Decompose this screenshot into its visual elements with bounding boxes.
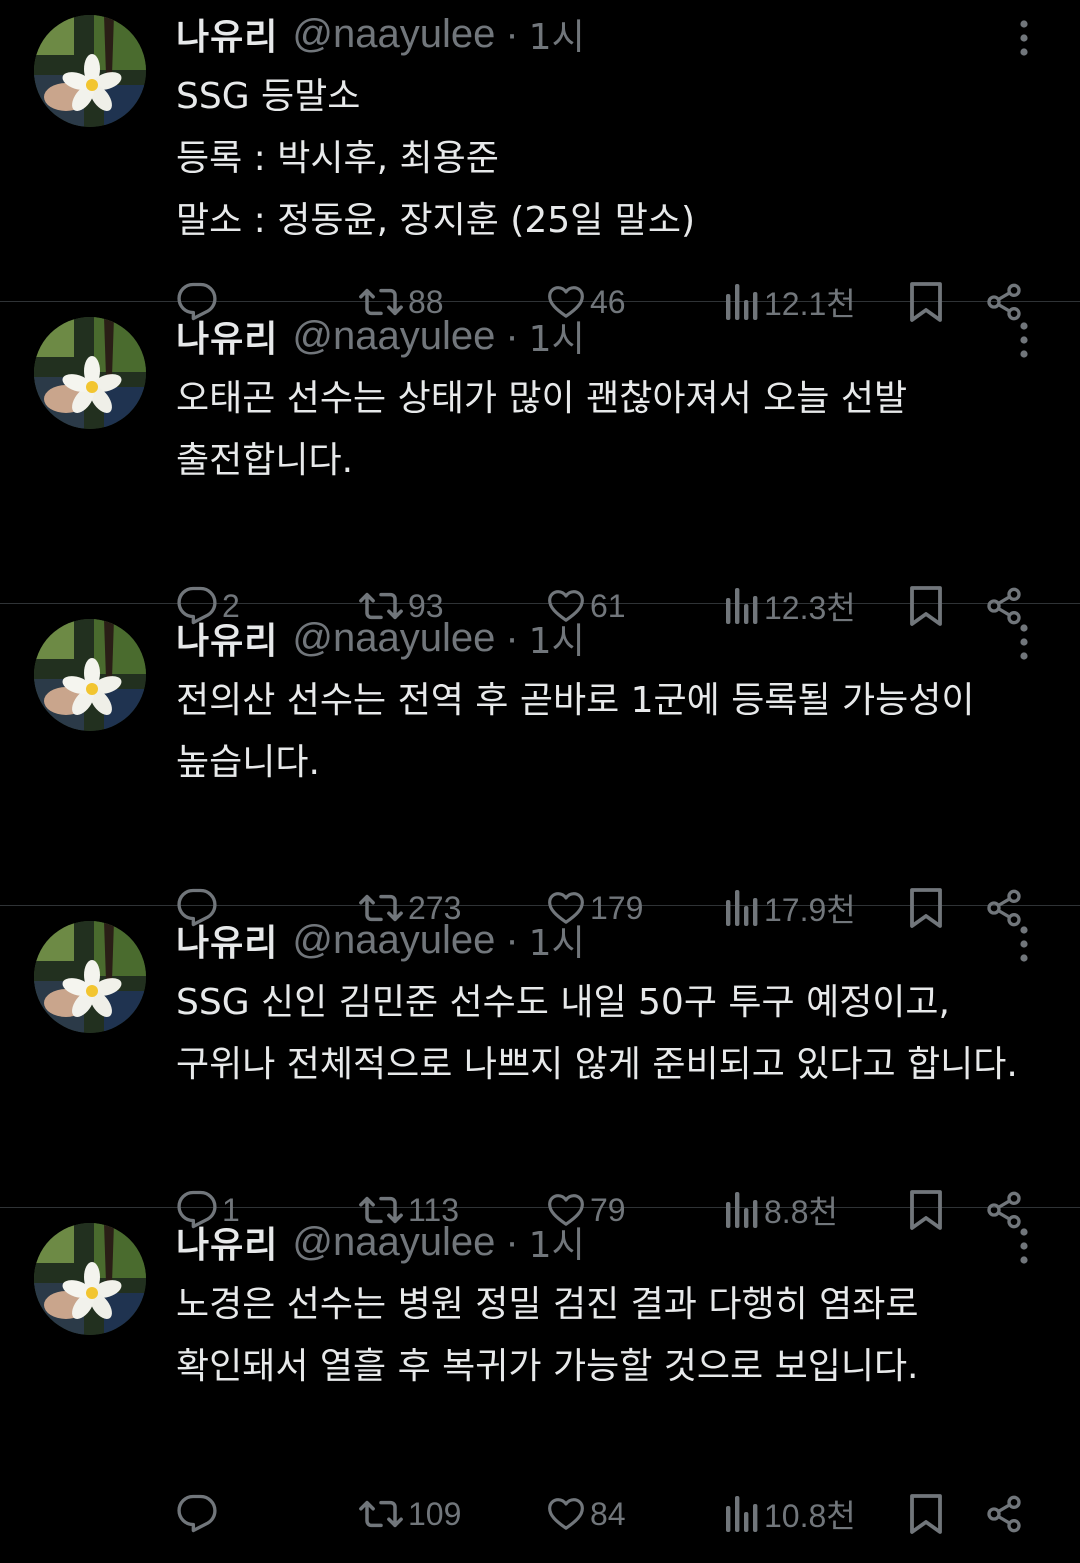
- timestamp[interactable]: 1시: [529, 310, 585, 362]
- tweet[interactable]: 나유리 @naayulee · 1시 전의산 선수는 전역 후 곧바로 1군에 …: [0, 604, 1080, 928]
- timestamp[interactable]: 1시: [529, 8, 585, 60]
- tweet-header: 나유리 @naayulee · 1시: [176, 8, 585, 60]
- separator-dot: ·: [505, 1219, 519, 1264]
- views-count: 10.8천: [764, 1498, 856, 1534]
- avatar[interactable]: [34, 921, 146, 1033]
- avatar[interactable]: [34, 1223, 146, 1335]
- separator-dot: ·: [505, 615, 519, 660]
- more-button[interactable]: [1012, 320, 1036, 360]
- tweet-feed: 나유리 @naayulee · 1시 SSG 등말소등록 : 박시후, 최용준말…: [0, 0, 1080, 1534]
- tweet-text-line: 구위나 전체적으로 나쁘지 않게 준비되고 있다고 합니다.: [176, 1044, 1018, 1085]
- like-icon: [548, 1498, 584, 1530]
- like-button[interactable]: 84: [546, 1484, 626, 1544]
- timestamp[interactable]: 1시: [529, 1216, 585, 1268]
- like-count: 84: [590, 1495, 626, 1532]
- tweet-header: 나유리 @naayulee · 1시: [176, 914, 585, 966]
- tweet-text: 오태곤 선수는 상태가 많이 괜찮아져서 오늘 선발출전합니다.: [176, 368, 1030, 492]
- share-button[interactable]: [984, 1484, 1024, 1544]
- more-button[interactable]: [1012, 924, 1036, 964]
- tweet-text-line: 노경은 선수는 병원 정밀 검진 결과 다행히 염좌로: [176, 1284, 919, 1325]
- views-button[interactable]: 10.8천: [724, 1484, 856, 1544]
- author-name[interactable]: 나유리: [176, 914, 278, 966]
- tweet[interactable]: 나유리 @naayulee · 1시 SSG 등말소등록 : 박시후, 최용준말…: [0, 0, 1080, 322]
- more-vertical-icon: [1020, 322, 1028, 358]
- tweet-text-line: 등록 : 박시후, 최용준: [176, 138, 499, 179]
- tweet-text-line: 확인돼서 열흘 후 복귀가 가능할 것으로 보입니다.: [176, 1346, 919, 1387]
- tweet-header: 나유리 @naayulee · 1시: [176, 310, 585, 362]
- timestamp[interactable]: 1시: [529, 914, 585, 966]
- avatar[interactable]: [34, 15, 146, 127]
- author-name[interactable]: 나유리: [176, 612, 278, 664]
- flower-photo-icon: [34, 619, 146, 731]
- tweet-text: 전의산 선수는 전역 후 곧바로 1군에 등록될 가능성이높습니다.: [176, 670, 1030, 794]
- timestamp[interactable]: 1시: [529, 612, 585, 664]
- reply-icon: [177, 1494, 217, 1533]
- tweet[interactable]: 나유리 @naayulee · 1시 노경은 선수는 병원 정밀 검진 결과 다…: [0, 1208, 1080, 1534]
- flower-photo-icon: [34, 921, 146, 1033]
- tweet-text-line: 오태곤 선수는 상태가 많이 괜찮아져서 오늘 선발: [176, 378, 908, 419]
- tweet[interactable]: 나유리 @naayulee · 1시 오태곤 선수는 상태가 많이 괜찮아져서 …: [0, 302, 1080, 626]
- more-vertical-icon: [1020, 20, 1028, 56]
- retweet-button[interactable]: 109: [358, 1484, 461, 1544]
- tweet-text-line: 말소 : 정동윤, 장지훈 (25일 말소): [176, 200, 696, 241]
- more-button[interactable]: [1012, 622, 1036, 662]
- tweet-text-line: SSG 등말소: [176, 76, 361, 117]
- retweet-count: 109: [408, 1495, 462, 1532]
- tweet-text-line: 전의산 선수는 전역 후 곧바로 1군에 등록될 가능성이: [176, 680, 975, 721]
- separator-dot: ·: [505, 917, 519, 962]
- bookmark-icon: [910, 1494, 942, 1534]
- views-icon: [726, 1496, 758, 1532]
- tweet-text: SSG 신인 김민준 선수도 내일 50구 투구 예정이고, 구위나 전체적으로 …: [176, 972, 1030, 1096]
- bookmark-button[interactable]: [906, 1484, 946, 1544]
- tweet-text-line: 높습니다.: [176, 742, 320, 783]
- tweet-text-line: SSG 신인 김민준 선수도 내일 50구 투구 예정이고,: [176, 982, 950, 1023]
- avatar[interactable]: [34, 619, 146, 731]
- avatar[interactable]: [34, 317, 146, 429]
- tweet-header: 나유리 @naayulee · 1시: [176, 612, 585, 664]
- author-handle[interactable]: @naayulee: [292, 12, 495, 57]
- share-icon: [987, 1495, 1021, 1533]
- more-vertical-icon: [1020, 1228, 1028, 1264]
- author-name[interactable]: 나유리: [176, 8, 278, 60]
- flower-photo-icon: [34, 1223, 146, 1335]
- author-handle[interactable]: @naayulee: [292, 918, 495, 963]
- reply-button[interactable]: [176, 1484, 222, 1544]
- tweet-text: 노경은 선수는 병원 정밀 검진 결과 다행히 염좌로확인돼서 열흘 후 복귀가…: [176, 1274, 1030, 1398]
- more-vertical-icon: [1020, 624, 1028, 660]
- author-name[interactable]: 나유리: [176, 310, 278, 362]
- separator-dot: ·: [505, 313, 519, 358]
- author-handle[interactable]: @naayulee: [292, 1220, 495, 1265]
- author-handle[interactable]: @naayulee: [292, 616, 495, 661]
- tweet-actions: 109 84 10.8천: [0, 1484, 1080, 1544]
- more-vertical-icon: [1020, 926, 1028, 962]
- more-button[interactable]: [1012, 1226, 1036, 1266]
- separator-dot: ·: [505, 11, 519, 56]
- tweet-header: 나유리 @naayulee · 1시: [176, 1216, 585, 1268]
- tweet-text: SSG 등말소등록 : 박시후, 최용준말소 : 정동윤, 장지훈 (25일 말…: [176, 66, 1030, 252]
- flower-photo-icon: [34, 15, 146, 127]
- more-button[interactable]: [1012, 18, 1036, 58]
- tweet-text-line: 출전합니다.: [176, 440, 354, 481]
- tweet[interactable]: 나유리 @naayulee · 1시 SSG 신인 김민준 선수도 내일 50구…: [0, 906, 1080, 1230]
- retweet-icon: [359, 1500, 403, 1528]
- author-name[interactable]: 나유리: [176, 1216, 278, 1268]
- author-handle[interactable]: @naayulee: [292, 314, 495, 359]
- flower-photo-icon: [34, 317, 146, 429]
